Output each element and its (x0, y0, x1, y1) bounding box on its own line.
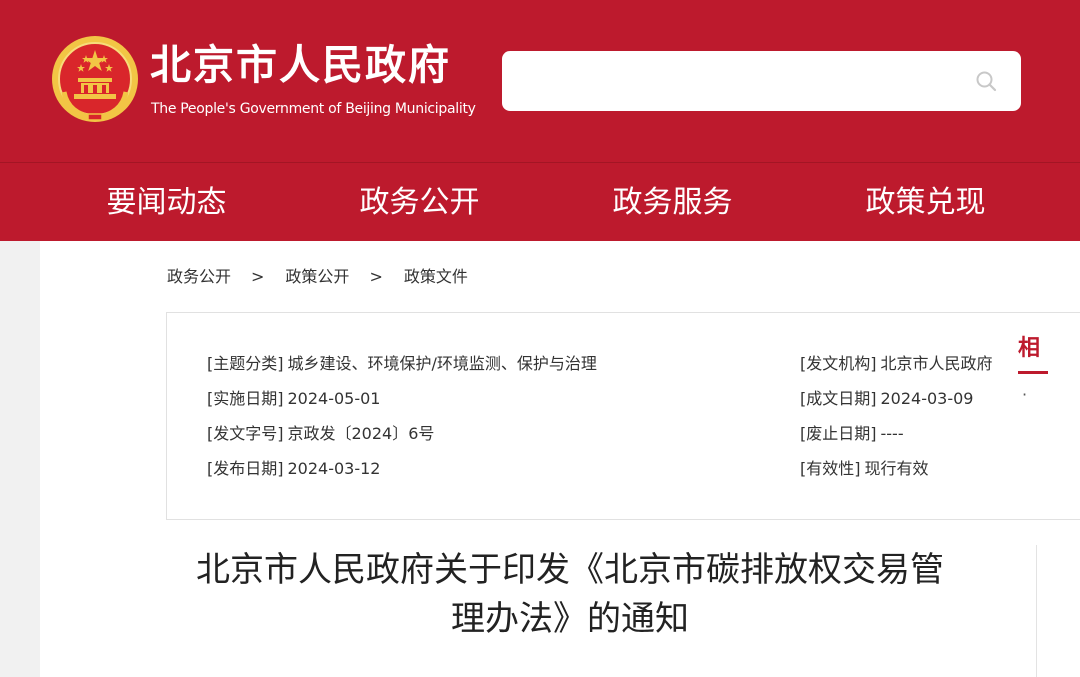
info-issuer-value: 北京市人民政府 (880, 354, 993, 373)
info-written-date-value: 2024-03-09 (880, 389, 974, 408)
info-repeal-date-label: [废止日期] (800, 424, 877, 443)
info-topic-value: 城乡建设、环境保护/环境监测、保护与治理 (287, 354, 597, 373)
info-written-date-label: [成文日期] (800, 389, 877, 408)
main-content: 政务公开 > 政策公开 > 政策文件 [主题分类] 城乡建设、环境保护/环境监测、保护与治… (40, 241, 1080, 677)
info-issuer: [发文机构] 北京市人民政府 (800, 353, 993, 375)
info-publish-date-label: [发布日期] (207, 459, 284, 478)
info-repeal-date-value: ---- (880, 424, 904, 443)
sidebar-divider (1036, 545, 1037, 677)
info-written-date: [成文日期] 2024-03-09 (800, 388, 973, 410)
breadcrumb-item-policy-disclosure[interactable]: 政策公开 (285, 267, 349, 286)
info-effective-date-label: [实施日期] (207, 389, 284, 408)
breadcrumb: 政务公开 > 政策公开 > 政策文件 (167, 265, 468, 289)
document-info-box: [主题分类] 城乡建设、环境保护/环境监测、保护与治理 [实施日期] 2024-05… (166, 312, 1080, 520)
info-publish-date-value: 2024-03-12 (287, 459, 381, 478)
info-effective-date: [实施日期] 2024-05-01 (207, 388, 380, 410)
breadcrumb-item-policy-documents[interactable]: 政策文件 (404, 267, 468, 286)
search-box[interactable] (502, 51, 1021, 111)
breadcrumb-item-government-affairs[interactable]: 政务公开 (167, 267, 231, 286)
nav-item-policy-fulfillment[interactable]: 政策兑现 (799, 163, 1052, 241)
article-title-line-1: 北京市人民政府关于印发《北京市碳排放权交易管 (196, 550, 944, 590)
site-name[interactable]: 北京市人民政府 (150, 40, 451, 90)
info-repeal-date: [废止日期] ---- (800, 423, 904, 445)
related-heading: 相 (1018, 336, 1041, 361)
nav-item-government-services[interactable]: 政务服务 (546, 163, 799, 241)
info-validity-value: 现行有效 (864, 459, 929, 478)
related-list-item[interactable]: · (1022, 384, 1027, 406)
article-title-line-2: 理办法》的通知 (451, 599, 689, 639)
info-publish-date: [发布日期] 2024-03-12 (207, 458, 380, 480)
breadcrumb-separator: > (251, 267, 265, 286)
info-doc-number-value: 京政发〔2024〕6号 (287, 424, 435, 443)
info-validity: [有效性] 现行有效 (800, 458, 929, 480)
search-icon[interactable] (975, 70, 997, 92)
list-bullet: · (1022, 385, 1028, 404)
info-topic: [主题分类] 城乡建设、环境保护/环境监测、保护与治理 (207, 353, 597, 375)
info-issuer-label: [发文机构] (800, 354, 877, 373)
info-validity-label: [有效性] (800, 459, 861, 478)
breadcrumb-separator: > (369, 267, 383, 286)
info-effective-date-value: 2024-05-01 (287, 389, 381, 408)
main-nav: 要闻动态 政务公开 政务服务 政策兑现 (0, 163, 1080, 241)
related-heading-underline (1018, 371, 1048, 374)
national-emblem-icon[interactable] (50, 34, 140, 124)
nav-item-news[interactable]: 要闻动态 (40, 163, 293, 241)
article-title: 北京市人民政府关于印发《北京市碳排放权交易管 理办法》的通知 (170, 546, 970, 644)
search-input[interactable] (518, 65, 962, 99)
nav-item-government-affairs[interactable]: 政务公开 (293, 163, 546, 241)
info-doc-number-label: [发文字号] (207, 424, 284, 443)
info-topic-label: [主题分类] (207, 354, 284, 373)
site-header: 北京市人民政府 The People's Government of Beiji… (0, 0, 1080, 162)
site-name-english: The People's Government of Beijing Munic… (151, 101, 476, 117)
info-doc-number: [发文字号] 京政发〔2024〕6号 (207, 423, 434, 445)
